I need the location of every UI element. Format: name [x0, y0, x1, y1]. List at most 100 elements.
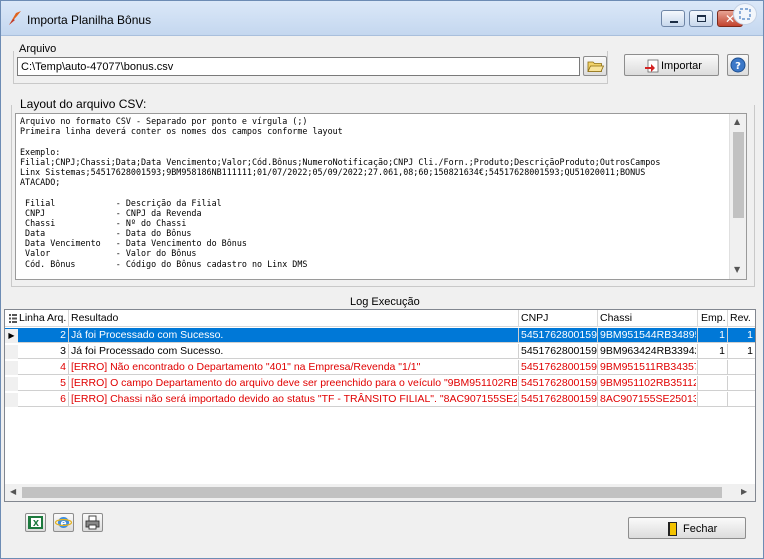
app-logo-icon [9, 11, 21, 25]
scroll-up-icon[interactable]: ▲ [734, 117, 740, 126]
cell-rev [729, 361, 753, 375]
cell-linha: 5 [60, 377, 66, 389]
arquivo-path-input[interactable] [17, 57, 580, 76]
scroll-thumb[interactable] [733, 132, 744, 218]
cell-divider [518, 344, 519, 359]
cell-rev: 1 [747, 329, 753, 341]
cell-rev: 1 [747, 345, 753, 357]
cell-divider [597, 392, 598, 407]
cell-divider [518, 376, 519, 391]
log-horizontal-scrollbar[interactable]: ◀ ▶ [5, 484, 755, 501]
cell-divider [727, 392, 728, 407]
cell-chassi: 8AC907155SE250133 [600, 393, 696, 405]
cell-resultado: [ERRO] Não encontrado o Departamento "40… [71, 361, 421, 373]
col-header-emp[interactable]: Emp. [701, 312, 726, 324]
cell-divider [727, 376, 728, 391]
layout-line: Arquivo no formato CSV - Separado por po… [20, 116, 308, 126]
layout-memo[interactable]: Arquivo no formato CSV - Separado por po… [15, 113, 747, 280]
cell-emp: 1 [719, 345, 725, 357]
cell-cnpj: 54517628001593 [521, 345, 597, 357]
importar-button[interactable]: Importar [624, 54, 719, 76]
cell-emp: 1 [719, 329, 725, 341]
row-indicator [5, 393, 18, 407]
svg-text:?: ? [735, 61, 741, 72]
col-header-cnpj[interactable]: CNPJ [521, 312, 548, 324]
row-indicator [5, 345, 18, 359]
header-divider [727, 310, 728, 327]
printer-icon [85, 515, 100, 530]
log-grid[interactable]: Linha Arq. Resultado CNPJ Chassi Emp. Re… [4, 309, 756, 502]
cell-linha: 4 [60, 361, 66, 373]
header-divider [697, 310, 698, 327]
layout-vertical-scrollbar[interactable]: ▲ ▼ [729, 114, 746, 279]
screen-capture-icon[interactable] [733, 3, 757, 25]
cell-divider [697, 360, 698, 375]
excel-icon: X [28, 516, 43, 529]
minimize-button[interactable] [661, 10, 685, 27]
header-divider [518, 310, 519, 327]
cell-chassi: 9BM963424RB339424 [600, 345, 696, 357]
browse-folder-button[interactable] [583, 56, 607, 76]
fechar-button[interactable]: Fechar [628, 517, 746, 539]
cell-emp [699, 393, 725, 407]
scroll-right-icon[interactable]: ▶ [741, 487, 747, 496]
cell-divider [518, 392, 519, 407]
cell-chassi: 9BM951544RB348955 [600, 329, 696, 341]
import-window: Importa Planilha Bônus ✕ Arquivo Importa… [0, 0, 764, 559]
col-header-chassi[interactable]: Chassi [600, 312, 632, 324]
layout-line: Cód. Bônus - Código do Bônus cadastro no… [20, 258, 308, 269]
layout-line: Exemplo: [20, 146, 61, 157]
cell-divider [518, 360, 519, 375]
cell-emp [699, 377, 725, 391]
scroll-down-icon[interactable]: ▼ [734, 265, 740, 274]
help-icon: ? [730, 57, 746, 73]
cell-divider [68, 360, 69, 375]
row-indicator [5, 361, 18, 375]
export-excel-button[interactable]: X [25, 513, 46, 532]
cell-divider [597, 376, 598, 391]
cell-chassi: 9BM951102RB351129 [600, 377, 696, 389]
header-divider [68, 310, 69, 327]
cell-emp [699, 361, 725, 375]
table-row[interactable]: ▶ 2 Já foi Processado com Sucesso. 54517… [5, 328, 755, 343]
table-row[interactable]: 6 [ERRO] Chassi não será importado devid… [5, 392, 755, 407]
table-row[interactable]: 4 [ERRO] Não encontrado o Departamento "… [5, 360, 755, 375]
exit-door-icon [668, 522, 677, 536]
col-header-resultado[interactable]: Resultado [71, 312, 118, 324]
cell-resultado: Já foi Processado com Sucesso. [71, 329, 224, 341]
scroll-left-icon[interactable]: ◀ [10, 487, 16, 496]
cell-divider [597, 328, 598, 343]
cell-rev [729, 377, 753, 391]
table-row[interactable]: 3 Já foi Processado com Sucesso. 5451762… [5, 344, 755, 359]
title-bar[interactable]: Importa Planilha Bônus ✕ [1, 1, 763, 36]
cell-divider [697, 376, 698, 391]
importar-label: Importar [661, 60, 702, 72]
row-indicator-icon: ▶ [5, 329, 18, 343]
layout-line [20, 136, 720, 146]
table-row[interactable]: 5 [ERRO] O campo Departamento do arquivo… [5, 376, 755, 391]
cell-resultado: [ERRO] O campo Departamento do arquivo d… [71, 377, 517, 389]
layout-line: CNPJ - CNPJ da Revenda [20, 207, 202, 218]
scroll-thumb[interactable] [22, 487, 722, 498]
col-header-rev[interactable]: Rev. [730, 312, 751, 324]
column-chooser-icon[interactable] [8, 313, 18, 324]
print-button[interactable] [82, 513, 103, 532]
export-web-button[interactable]: e [53, 513, 74, 532]
cell-divider [68, 328, 69, 343]
cell-linha: 3 [60, 345, 66, 357]
fechar-label: Fechar [683, 523, 718, 535]
cell-divider [727, 344, 728, 359]
maximize-button[interactable] [689, 10, 713, 27]
minimize-icon [670, 21, 678, 23]
layout-line: Primeira linha deverá conter os nomes do… [20, 126, 343, 137]
layout-text: Arquivo no formato CSV - Separado por po… [20, 116, 720, 269]
layout-line: Valor - Valor do Bônus [20, 248, 197, 259]
cell-resultado: Já foi Processado com Sucesso. [71, 345, 224, 357]
cell-divider [518, 328, 519, 343]
cell-divider [597, 344, 598, 359]
col-header-linha[interactable]: Linha Arq. [19, 312, 66, 324]
row-indicator [5, 377, 18, 391]
help-button[interactable]: ? [727, 54, 749, 76]
cell-divider [68, 344, 69, 359]
capture-frame-icon [739, 8, 751, 20]
